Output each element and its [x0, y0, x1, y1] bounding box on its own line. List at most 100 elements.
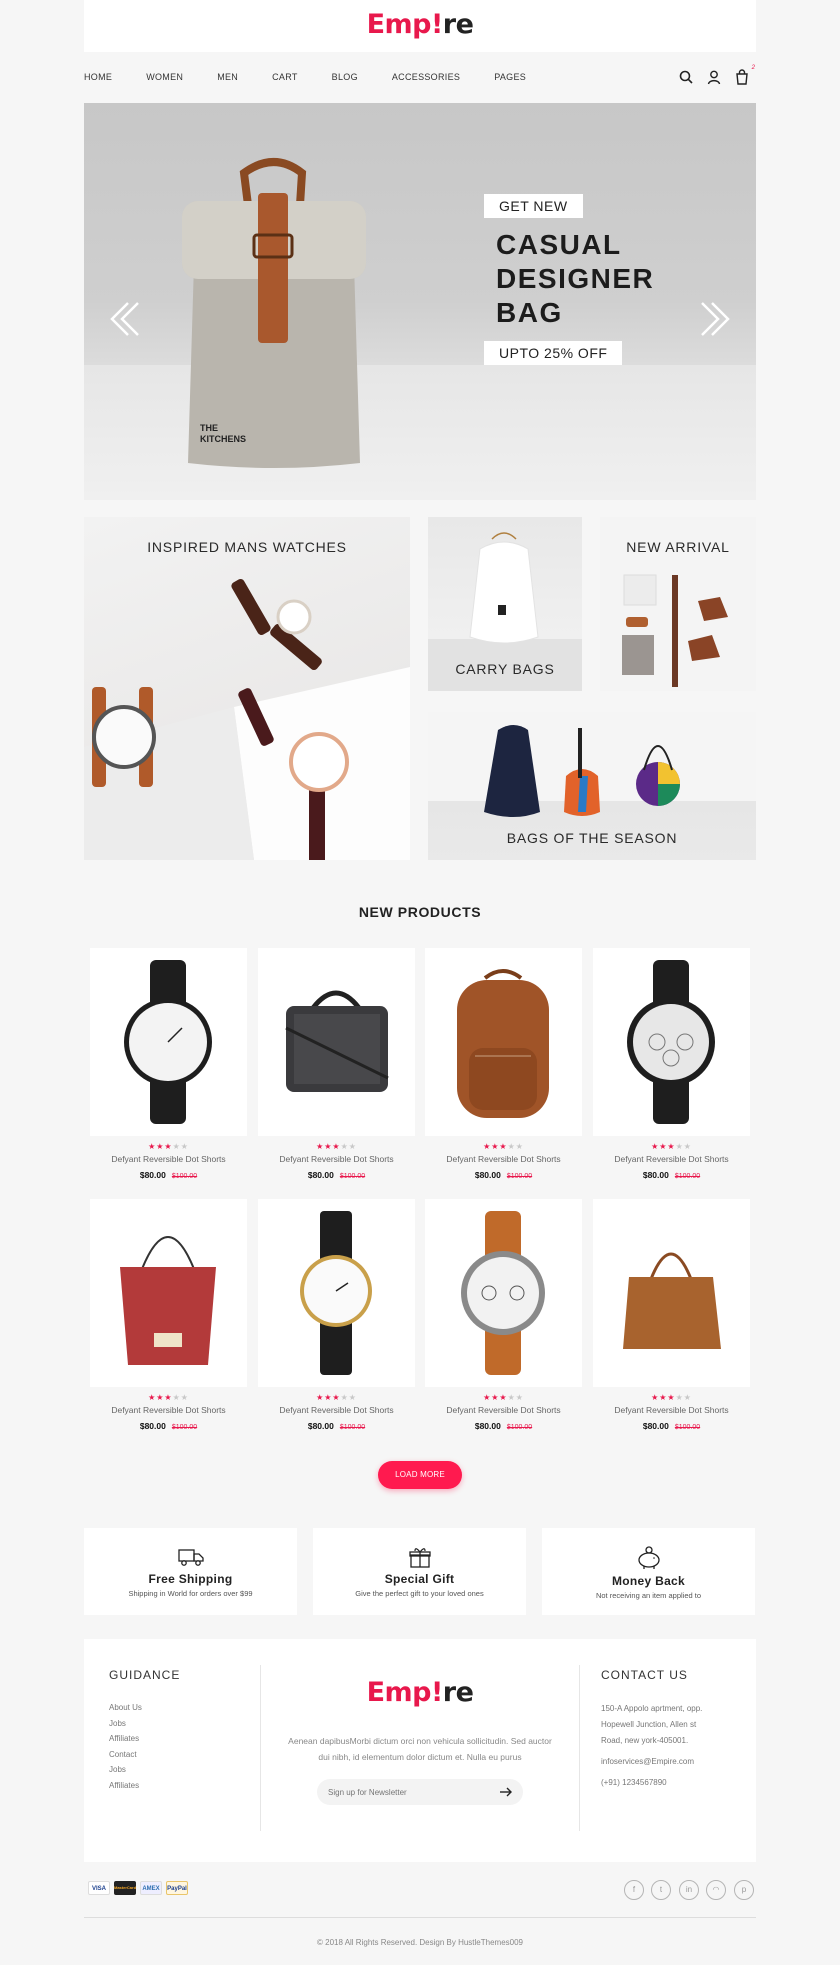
contact-phone[interactable]: (+91) 1234567890 — [601, 1775, 702, 1791]
feature-special-gift: Special Gift Give the perfect gift to yo… — [313, 1528, 526, 1615]
arrow-right-icon[interactable] — [499, 1787, 513, 1797]
product-card[interactable]: ★★★★★ Defyant Reversible Dot Shorts $80.… — [425, 948, 582, 1180]
banner-carry-bags[interactable]: CARRY BAGS — [428, 517, 582, 691]
product-card[interactable]: ★★★★★ Defyant Reversible Dot Shorts $80.… — [593, 1199, 750, 1431]
product-rating: ★★★★★ — [651, 1393, 692, 1402]
product-name[interactable]: Defyant Reversible Dot Shorts — [425, 1154, 582, 1164]
product-image[interactable] — [425, 1199, 582, 1387]
user-icon[interactable] — [706, 69, 722, 85]
search-icon[interactable] — [678, 69, 694, 85]
product-image[interactable] — [593, 948, 750, 1136]
hero-title-line: CASUAL — [496, 229, 622, 260]
cart-icon[interactable]: 2 — [734, 65, 755, 85]
footer-link[interactable]: Jobs — [109, 1716, 142, 1732]
price-old: $100.00 — [339, 1424, 366, 1431]
product-price: $80.00 $100.00 — [425, 1170, 582, 1180]
product-image[interactable] — [90, 1199, 247, 1387]
feature-title: Free Shipping — [148, 1572, 233, 1586]
product-rating: ★★★★★ — [148, 1142, 189, 1151]
product-image[interactable] — [593, 1199, 750, 1387]
product-name[interactable]: Defyant Reversible Dot Shorts — [425, 1405, 582, 1415]
banner-arrival-label: NEW ARRIVAL — [626, 539, 730, 555]
price-old: $100.00 — [674, 1424, 701, 1431]
product-rating: ★★★★★ — [483, 1393, 524, 1402]
product-name[interactable]: Defyant Reversible Dot Shorts — [258, 1405, 415, 1415]
price-now: $80.00 — [139, 1421, 166, 1431]
product-card[interactable]: ★★★★★ Defyant Reversible Dot Shorts $80.… — [258, 1199, 415, 1431]
twitter-icon[interactable]: t — [651, 1880, 671, 1900]
product-image[interactable] — [90, 948, 247, 1136]
nav-cart[interactable]: CART — [272, 72, 298, 82]
bag-print: KITCHENS — [200, 434, 246, 444]
feature-title: Money Back — [611, 1574, 686, 1588]
watches-image — [84, 578, 410, 860]
product-rating: ★★★★★ — [483, 1142, 524, 1151]
product-name[interactable]: Defyant Reversible Dot Shorts — [258, 1154, 415, 1164]
feature-desc: Not receiving an item applied to — [595, 1591, 702, 1600]
feature-free-shipping: Free Shipping Shipping in World for orde… — [84, 1528, 297, 1615]
cart-count-badge: 2 — [751, 65, 755, 71]
price-old: $100.00 — [339, 1173, 366, 1180]
product-card[interactable]: ★★★★★ Defyant Reversible Dot Shorts $80.… — [90, 1199, 247, 1431]
product-name[interactable]: Defyant Reversible Dot Shorts — [90, 1405, 247, 1415]
footer-link[interactable]: Affiliates — [109, 1778, 142, 1794]
banner-new-arrival[interactable]: NEW ARRIVAL — [600, 517, 756, 691]
nav-women[interactable]: WOMEN — [146, 72, 183, 82]
product-name[interactable]: Defyant Reversible Dot Shorts — [593, 1154, 750, 1164]
next-slide-icon[interactable] — [696, 299, 736, 339]
prev-slide-icon[interactable] — [104, 299, 144, 339]
banner-bags-season[interactable]: BAGS OF THE SEASON — [428, 712, 756, 860]
product-name[interactable]: Defyant Reversible Dot Shorts — [593, 1405, 750, 1415]
address-line: 150-A Appolo aprtment, opp. — [601, 1704, 703, 1713]
footer-link[interactable]: Contact — [109, 1747, 142, 1763]
footer-link[interactable]: Jobs — [109, 1762, 142, 1778]
product-image[interactable] — [258, 1199, 415, 1387]
logo-part: ! — [430, 9, 443, 40]
product-price: $80.00 $100.00 — [258, 1170, 415, 1180]
facebook-icon[interactable]: f — [624, 1880, 644, 1900]
price-now: $80.00 — [474, 1421, 501, 1431]
footer-description: Aenean dapibusMorbi dictum orci non vehi… — [288, 1736, 552, 1762]
logo-part: re — [442, 1677, 474, 1708]
nav-accessories[interactable]: ACCESSORIES — [392, 72, 460, 82]
new-products-title: NEW PRODUCTS — [358, 904, 482, 920]
site-footer: GUIDANCE About Us Jobs Affiliates Contac… — [84, 1639, 756, 1862]
address-line: Road, new york-405001. — [601, 1736, 689, 1745]
site-logo[interactable]: Emp!re — [84, 9, 756, 40]
footer-link[interactable]: Affiliates — [109, 1731, 142, 1747]
linkedin-icon[interactable]: in — [679, 1880, 699, 1900]
newsletter-input[interactable] — [317, 1779, 487, 1805]
nav-home[interactable]: HOME — [84, 72, 112, 82]
piggy-bank-icon — [637, 1546, 660, 1569]
logo-part: Emp — [366, 9, 432, 40]
footer-logo[interactable]: Emp!re — [260, 1677, 580, 1708]
footer-link[interactable]: About Us — [109, 1700, 142, 1716]
product-card[interactable]: ★★★★★ Defyant Reversible Dot Shorts $80.… — [258, 948, 415, 1180]
banner-season-label: BAGS OF THE SEASON — [506, 830, 678, 846]
load-more-button[interactable]: LOAD MORE — [378, 1461, 462, 1489]
site-header: Emp!re — [84, 0, 756, 52]
nav-men[interactable]: MEN — [217, 72, 238, 82]
nav-pages[interactable]: PAGES — [494, 72, 526, 82]
logo-part: Emp — [366, 1677, 432, 1708]
product-card[interactable]: ★★★★★ Defyant Reversible Dot Shorts $80.… — [90, 948, 247, 1180]
nav-blog[interactable]: BLOG — [332, 72, 358, 82]
rss-icon[interactable]: ◠ — [706, 1880, 726, 1900]
feature-desc: Give the perfect gift to your loved ones — [355, 1589, 484, 1598]
banner-watches[interactable]: INSPIRED MANS WATCHES — [84, 517, 410, 860]
product-rating: ★★★★★ — [148, 1393, 189, 1402]
product-image[interactable] — [258, 948, 415, 1136]
newsletter-form — [317, 1779, 523, 1805]
product-image[interactable] — [425, 948, 582, 1136]
contact-info: 150-A Appolo aprtment, opp. Hopewell Jun… — [601, 1701, 702, 1791]
product-name[interactable]: Defyant Reversible Dot Shorts — [90, 1154, 247, 1164]
feature-desc: Shipping in World for orders over $99 — [128, 1589, 253, 1598]
feature-title: Special Gift — [384, 1572, 455, 1586]
contact-email[interactable]: infoservices@Empire.com — [601, 1754, 702, 1770]
product-card[interactable]: ★★★★★ Defyant Reversible Dot Shorts $80.… — [425, 1199, 582, 1431]
product-rating: ★★★★★ — [651, 1142, 692, 1151]
hero-title-line: DESIGNER — [496, 263, 655, 294]
pinterest-icon[interactable]: p — [734, 1880, 754, 1900]
footer-divider — [579, 1665, 580, 1831]
product-card[interactable]: ★★★★★ Defyant Reversible Dot Shorts $80.… — [593, 948, 750, 1180]
